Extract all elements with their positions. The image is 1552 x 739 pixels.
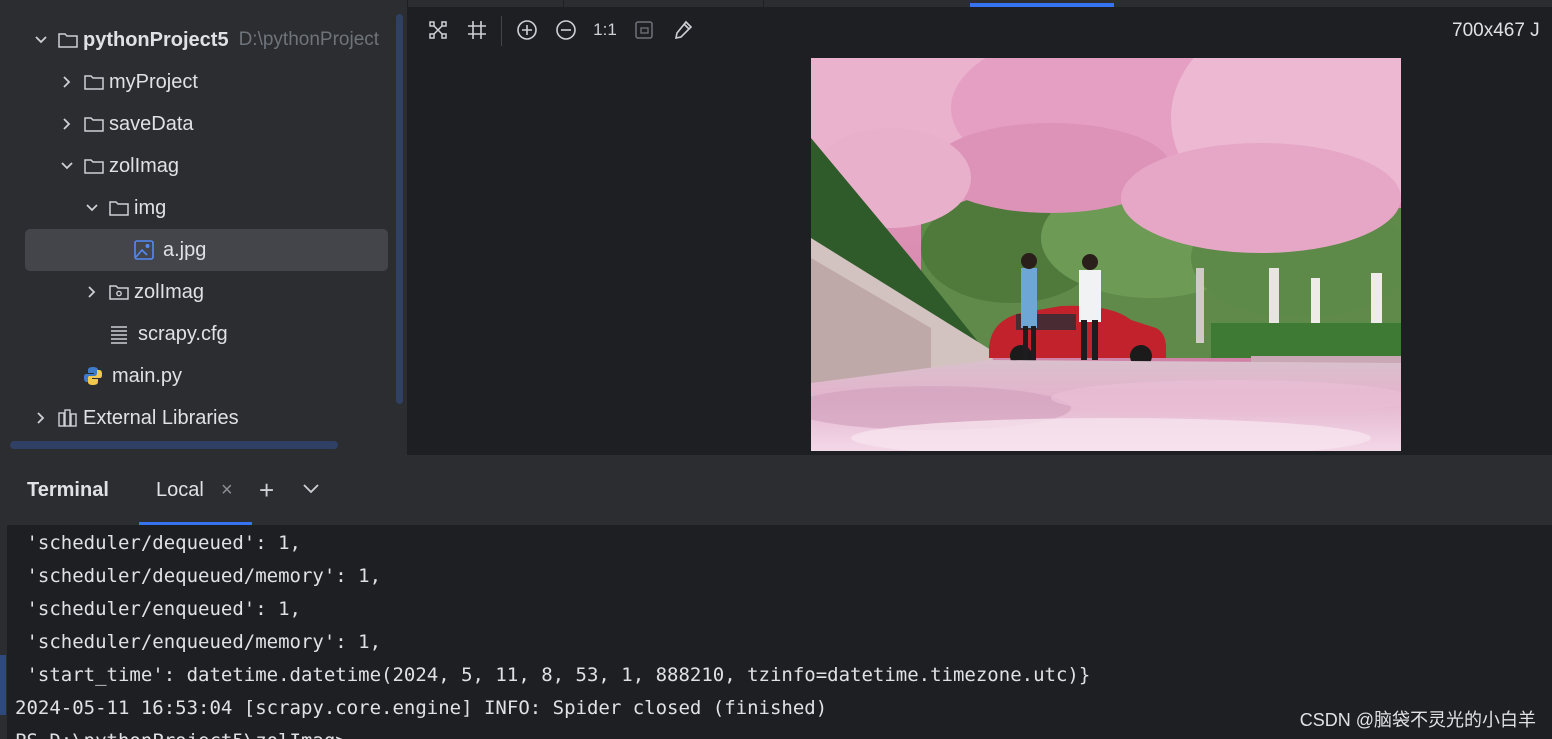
terminal-line: 'scheduler/dequeued/memory': 1,	[15, 565, 382, 587]
toolbar-separator	[501, 16, 502, 46]
terminal-line: 'scheduler/enqueued': 1,	[15, 598, 301, 620]
left-edge-strip	[0, 0, 7, 739]
tab-separator	[763, 0, 764, 7]
tab-separator	[563, 0, 564, 7]
tree-item-label: External Libraries	[83, 406, 239, 429]
tree-item-a-jpg[interactable]: a.jpg	[7, 229, 407, 271]
tree-horizontal-scrollbar[interactable]	[10, 441, 338, 449]
terminal-prompt[interactable]: PS D:\pythonProject5\zolImag>	[15, 730, 347, 739]
tree-item-path-hint: D:\pythonProject	[238, 29, 380, 50]
tree-item-pythonproject5[interactable]: pythonProject5 D:\pythonProject	[7, 19, 407, 61]
tree-item-label: scrapy.cfg	[138, 322, 228, 345]
watermark-text: CSDN @脑袋不灵光的小白羊	[1299, 710, 1536, 730]
tree-item-label: a.jpg	[163, 238, 207, 261]
chevron-right-icon[interactable]	[31, 408, 51, 428]
chevron-down-icon[interactable]	[301, 479, 321, 499]
tree-item-label: zolImag	[134, 280, 205, 303]
tree-item-main-py[interactable]: main.py	[7, 355, 407, 397]
terminal-line: 2024-05-11 16:53:04 [scrapy.core.engine]…	[15, 697, 828, 719]
terminal-header: Terminal Local × +	[7, 455, 1552, 525]
chevron-right-icon[interactable]	[57, 72, 77, 92]
tree-item-label: img	[134, 196, 167, 219]
close-icon[interactable]: ×	[221, 479, 233, 502]
chevron-right-icon[interactable]	[57, 114, 77, 134]
terminal-line: 'scheduler/enqueued/memory': 1,	[15, 631, 382, 653]
python-file-icon	[82, 365, 104, 387]
chevron-right-icon[interactable]	[82, 282, 102, 302]
image-preview	[811, 58, 1401, 451]
tree-item-label: saveData	[109, 112, 194, 135]
active-tab-indicator[interactable]	[970, 3, 1114, 7]
zoom-out-icon[interactable]	[553, 17, 579, 43]
color-picker-icon[interactable]	[670, 17, 696, 43]
tree-item-scrapy-cfg[interactable]: scrapy.cfg	[7, 313, 407, 355]
image-viewer: 1:1 700x467 J	[408, 0, 1552, 455]
tree-item-label: zolImag	[109, 154, 180, 177]
folder-icon	[83, 71, 105, 93]
terminal-line: 'scheduler/dequeued': 1,	[15, 532, 301, 554]
editor-tab-strip	[408, 0, 1552, 7]
grid-icon[interactable]	[464, 17, 490, 43]
tree-item-savedata[interactable]: saveData	[7, 103, 407, 145]
tree-item-label: pythonProject5	[83, 28, 229, 51]
folder-icon	[83, 113, 105, 135]
chevron-down-icon[interactable]	[31, 30, 51, 50]
chevron-down-icon[interactable]	[82, 198, 102, 218]
folder-icon	[108, 197, 130, 219]
background-toggle-icon[interactable]	[631, 17, 657, 43]
tree-item-external-libraries[interactable]: External Libraries	[7, 397, 407, 439]
tree-item-img[interactable]: img	[7, 187, 407, 229]
image-dimensions-label: 700x467 J	[1452, 20, 1540, 41]
terminal-title[interactable]: Terminal	[27, 479, 109, 502]
tree-item-zolimag-package[interactable]: zolImag	[7, 271, 407, 313]
image-file-icon	[133, 239, 155, 261]
folder-icon	[57, 29, 79, 51]
folder-icon	[83, 155, 105, 177]
chevron-down-icon[interactable]	[57, 156, 77, 176]
left-edge-marker	[0, 655, 6, 715]
project-tree[interactable]: pythonProject5 D:\pythonProject myProjec…	[7, 0, 407, 455]
terminal-line: 'start_time': datetime.datetime(2024, 5,…	[15, 664, 1091, 686]
library-icon	[57, 407, 79, 429]
actual-size-button[interactable]: 1:1	[592, 17, 618, 43]
tree-item-label: main.py	[112, 364, 183, 387]
fit-to-window-icon[interactable]	[425, 17, 451, 43]
tree-item-label: myProject	[109, 70, 198, 93]
terminal-tab-local[interactable]: Local	[156, 479, 204, 502]
add-terminal-icon[interactable]: +	[259, 475, 274, 506]
tree-vertical-scrollbar[interactable]	[396, 14, 403, 404]
text-file-icon	[108, 323, 130, 345]
zoom-in-icon[interactable]	[514, 17, 540, 43]
package-folder-icon	[108, 281, 130, 303]
tree-item-zolimag[interactable]: zolImag	[7, 145, 407, 187]
tree-item-myproject[interactable]: myProject	[7, 61, 407, 103]
